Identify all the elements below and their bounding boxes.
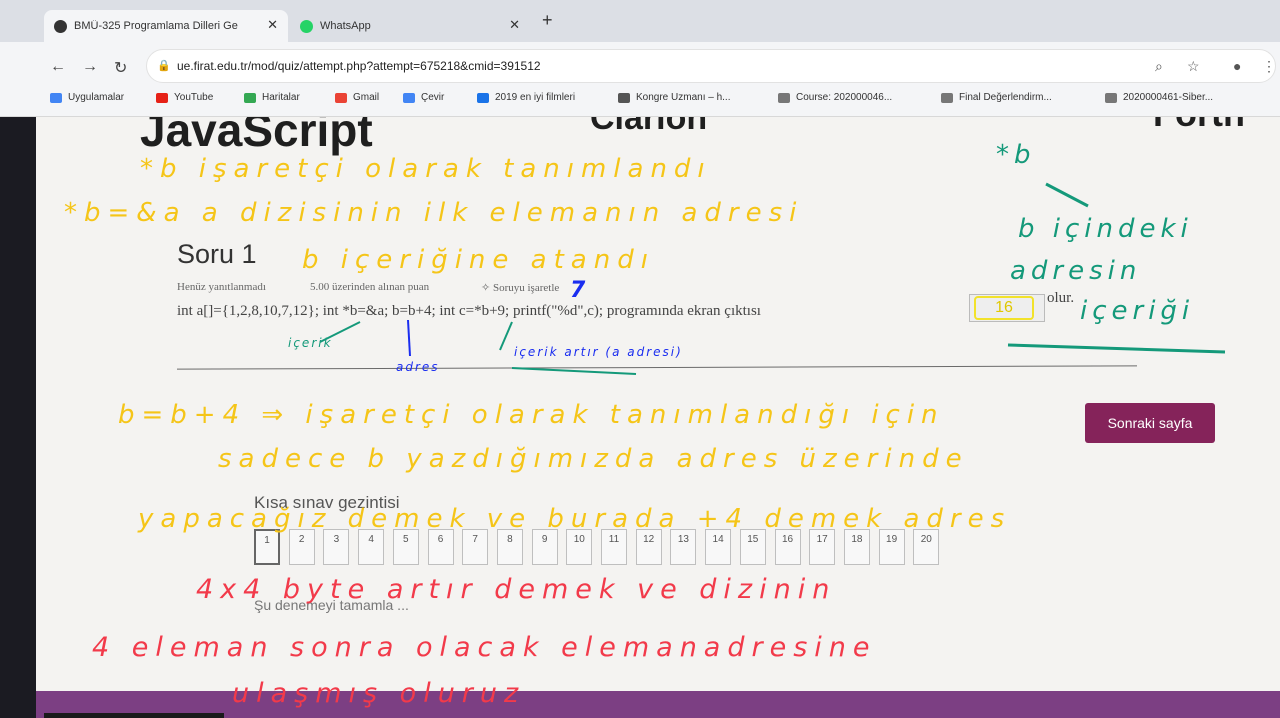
quiz-navigation-title: Kısa sınav gezintisi <box>254 493 400 512</box>
quiz-nav-item[interactable]: 9 <box>531 529 558 565</box>
finish-attempt-link[interactable]: Şu denemeyi tamamla ... <box>254 597 409 613</box>
quiz-nav-item[interactable]: 19 <box>878 529 905 565</box>
javascript-logo: JavaScript <box>140 117 373 156</box>
clarion-logo: Clarion <box>590 117 708 137</box>
close-icon[interactable]: ✕ <box>267 17 278 33</box>
tab-quiz[interactable]: BMÜ-325 Programlama Dilleri Ge ✕ <box>44 10 288 42</box>
menu-icon[interactable]: ⋮ <box>1262 58 1276 75</box>
quiz-nav-item[interactable]: 15 <box>739 529 766 565</box>
moodle-favicon-icon <box>54 19 67 33</box>
answer-value: 16 <box>974 296 1034 320</box>
address-bar[interactable]: 🔒 ue.firat.edu.tr/mod/quiz/attempt.php?a… <box>146 49 1276 83</box>
bookmark-apps[interactable]: Uygulamalar <box>50 92 124 103</box>
quiz-nav-item[interactable]: 10 <box>566 529 593 565</box>
quiz-nav-item[interactable]: 7 <box>462 529 489 565</box>
quiz-nav-item[interactable]: 1 <box>254 529 280 565</box>
quiz-nav-item[interactable]: 14 <box>705 529 732 565</box>
question-suffix: olur. <box>1047 290 1075 306</box>
bookmark-course[interactable]: Course: 202000046... <box>778 92 892 103</box>
bookmark-icon <box>941 92 953 103</box>
bookmark-films[interactable]: 2019 en iyi filmleri <box>477 92 575 103</box>
browser-tab-bar: BMÜ-325 Programlama Dilleri Ge ✕ WhatsAp… <box>0 0 1280 42</box>
bookmark-icon <box>618 92 630 103</box>
flag-question-link[interactable]: ✧ Soruyu işaretle <box>481 281 559 294</box>
new-tab-button[interactable]: + <box>542 10 553 31</box>
footer-block <box>44 713 224 718</box>
next-page-button[interactable]: Sonraki sayfa <box>1085 403 1215 443</box>
tab-quiz-label: BMÜ-325 Programlama Dilleri Ge <box>74 20 238 32</box>
back-icon[interactable]: ← <box>50 58 66 76</box>
bookmark-kongre[interactable]: Kongre Uzmanı – h... <box>618 92 731 103</box>
question-title: Soru 1 <box>177 239 257 269</box>
zoom-icon[interactable]: ⌕ <box>1155 58 1163 75</box>
bookmark-youtube[interactable]: YouTube <box>156 92 213 103</box>
quiz-nav-item[interactable]: 13 <box>670 529 697 565</box>
quiz-nav-item[interactable]: 5 <box>392 529 419 565</box>
flag-icon: ✧ <box>481 282 493 294</box>
forward-icon[interactable]: → <box>82 58 98 76</box>
forth-logo: Forth <box>1153 117 1245 135</box>
search-icon <box>477 92 489 103</box>
translate-icon <box>403 92 415 103</box>
tab-whatsapp[interactable]: WhatsApp ✕ <box>290 10 530 42</box>
quiz-nav-item[interactable]: 20 <box>913 529 940 565</box>
star-icon[interactable]: ☆ <box>1187 58 1200 75</box>
youtube-icon <box>156 92 168 103</box>
bookmark-maps[interactable]: Haritalar <box>244 92 300 103</box>
bookmark-icon <box>1105 92 1117 103</box>
reload-icon[interactable]: ↻ <box>114 58 127 78</box>
extension-icon[interactable]: ● <box>1233 58 1241 74</box>
question-points: 5.00 üzerinden alınan puan <box>310 281 430 293</box>
bookmarks-bar: Uygulamalar YouTube Haritalar Gmail Çevi… <box>0 84 1280 117</box>
quiz-nav-item[interactable]: 11 <box>601 529 627 565</box>
tab-whatsapp-label: WhatsApp <box>320 20 371 32</box>
quiz-nav-item[interactable]: 17 <box>809 529 836 565</box>
gmail-icon <box>335 92 347 103</box>
divider <box>177 365 1137 370</box>
maps-icon <box>244 92 256 103</box>
quiz-nav-item[interactable]: 16 <box>774 529 801 565</box>
quiz-nav-item[interactable]: 6 <box>427 529 454 565</box>
quiz-nav-item[interactable]: 2 <box>288 529 315 565</box>
bookmark-translate[interactable]: Çevir <box>403 92 444 103</box>
quiz-nav-item[interactable]: 3 <box>323 529 350 565</box>
quiz-nav-item[interactable]: 8 <box>496 529 523 565</box>
page-content: JavaScript Clarion Forth Soru 1 Henüz ya… <box>36 117 1280 718</box>
apps-icon <box>50 92 62 103</box>
whatsapp-favicon-icon <box>300 19 313 33</box>
quiz-nav-item[interactable]: 18 <box>843 529 870 565</box>
lock-icon: 🔒 <box>157 60 171 72</box>
bookmark-gmail[interactable]: Gmail <box>335 92 379 103</box>
close-icon[interactable]: ✕ <box>509 17 520 33</box>
quiz-nav-item[interactable]: 4 <box>358 529 385 565</box>
question-text: int a[]={1,2,8,10,7,12}; int *b=&a; b=b+… <box>177 303 761 319</box>
bookmark-final[interactable]: Final Değerlendirm... <box>941 92 1052 103</box>
question-status: Henüz yanıtlanmadı <box>177 281 266 293</box>
quiz-nav-item[interactable]: 12 <box>635 529 662 565</box>
url-text: ue.firat.edu.tr/mod/quiz/attempt.php?att… <box>177 59 541 73</box>
bookmark-icon <box>778 92 790 103</box>
bookmark-siber[interactable]: 2020000461-Siber... <box>1105 92 1213 103</box>
